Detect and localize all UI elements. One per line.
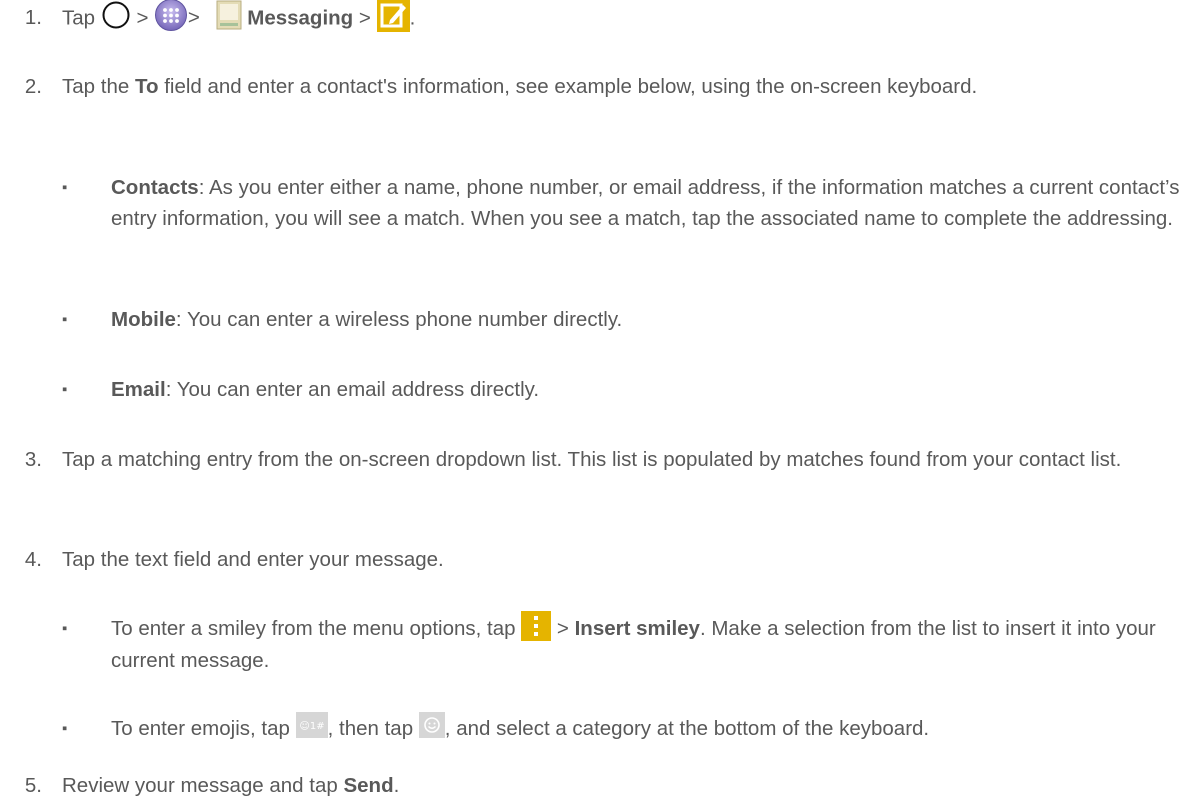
email-text: : You can enter an email address directl…	[165, 378, 540, 401]
bullet: ▪	[62, 720, 68, 737]
contacts-label: Contacts	[111, 176, 199, 199]
instruction-document: 1. Tap > > Messaging > . 2. Tap the To f…	[0, 0, 1204, 803]
step-text: Review your message and tap	[62, 774, 338, 797]
step-text: Tap a matching entry from the on-screen …	[62, 448, 1122, 471]
step-number: 3.	[24, 448, 42, 471]
menu-separator: >	[556, 617, 569, 640]
emoji-text-end: , and select a category at the bottom of…	[444, 717, 930, 740]
emoji-text: To enter emojis, tap	[111, 717, 290, 740]
bullet: ▪	[62, 311, 68, 328]
smiley-text: To enter a smiley from the menu options,…	[111, 617, 516, 640]
step-separator: >	[187, 6, 200, 30]
emoji-icon	[418, 711, 445, 738]
menu-icon	[521, 610, 552, 641]
step-text: Tap the text field and enter your messag…	[62, 548, 444, 571]
contacts-text: : As you enter either a name, phone numb…	[111, 176, 1180, 230]
insert-smiley-label: Insert smiley	[574, 617, 700, 640]
messaging-label: Messaging	[247, 6, 354, 30]
step-text: field and enter a contact's information,…	[164, 75, 978, 98]
messaging-app-icon	[216, 0, 242, 30]
step-separator: >	[358, 6, 371, 30]
home-button-icon	[101, 0, 131, 30]
step-separator: >	[136, 6, 149, 30]
step-number: 4.	[24, 548, 42, 571]
emoji-text-mid: , then tap	[327, 717, 414, 740]
step-end: .	[393, 774, 400, 797]
mobile-text: : You can enter a wireless phone number …	[175, 308, 623, 331]
step-text: Tap	[62, 6, 96, 30]
step-number: 5.	[24, 774, 42, 797]
compose-icon	[376, 0, 410, 32]
apps-icon	[154, 0, 188, 32]
mobile-label: Mobile	[111, 308, 176, 331]
bullet: ▪	[62, 179, 68, 196]
send-label: Send	[343, 774, 394, 797]
symbol-key-label: ☺1#	[299, 721, 324, 732]
step-end: .	[409, 6, 416, 30]
step-number: 1.	[24, 6, 42, 29]
email-label: Email	[111, 378, 166, 401]
step-number: 2.	[24, 75, 42, 98]
bullet: ▪	[62, 381, 68, 398]
bullet: ▪	[62, 620, 68, 637]
to-field-label: To	[134, 75, 159, 98]
symbol-key-icon: ☺1#	[295, 711, 328, 738]
step-text: Tap the	[62, 75, 130, 98]
